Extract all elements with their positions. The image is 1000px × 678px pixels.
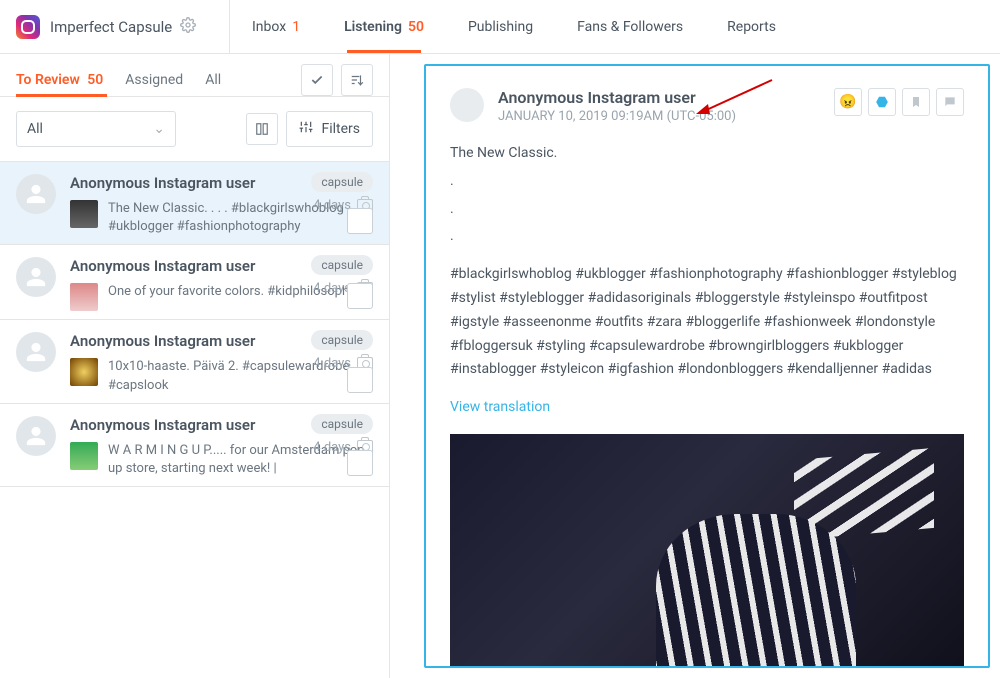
nav-count: 1 <box>292 19 300 35</box>
post-thumbnail <box>70 358 98 386</box>
avatar-icon <box>16 174 56 214</box>
feed-card[interactable]: capsule Anonymous Instagram user One of … <box>0 245 389 320</box>
sliders-icon <box>299 120 313 138</box>
nav-inbox[interactable]: Inbox 1 <box>230 0 322 53</box>
feed-card[interactable]: capsule Anonymous Instagram user W A R M… <box>0 404 389 487</box>
avatar-icon <box>16 332 56 372</box>
sentiment-button[interactable]: 😠 <box>834 88 862 116</box>
mark-reviewed-checkbox[interactable] <box>347 450 373 476</box>
check-all-button[interactable] <box>301 64 333 96</box>
detail-text-line: . <box>450 198 964 222</box>
nav-label: Listening <box>344 19 402 35</box>
feed-card[interactable]: capsule Anonymous Instagram user 10x10-h… <box>0 320 389 403</box>
nav-label: Publishing <box>468 19 533 35</box>
brand-area: Imperfect Capsule <box>0 0 230 53</box>
detail-body: The New Classic. . . . #blackgirlswhoblo… <box>450 142 964 420</box>
nav-label: Reports <box>727 19 776 35</box>
detail-post-image[interactable] <box>450 434 964 668</box>
nav-fans-followers[interactable]: Fans & Followers <box>555 0 705 53</box>
detail-panel: Anonymous Instagram user JANUARY 10, 201… <box>424 64 990 668</box>
filters-button[interactable]: Filters <box>286 111 373 147</box>
feed-age: 4 days <box>313 356 351 371</box>
filter-row: All ⌄ Filters <box>0 97 389 161</box>
chevron-down-icon: ⌄ <box>153 121 165 137</box>
detail-text-line: The New Classic. <box>450 142 964 166</box>
instagram-logo-icon <box>16 15 40 39</box>
filter-dropdown[interactable]: All ⌄ <box>16 111 176 147</box>
feed-list[interactable]: capsule Anonymous Instagram user The New… <box>0 162 389 678</box>
gear-icon[interactable] <box>180 17 196 37</box>
post-thumbnail <box>70 200 98 228</box>
subtab-bar: To Review 50 Assigned All <box>0 54 389 96</box>
feed-age: 4 days <box>313 281 351 296</box>
nav-label: Inbox <box>252 19 286 35</box>
column-view-button[interactable] <box>246 113 278 145</box>
subtab-to-review[interactable]: To Review 50 <box>16 64 103 96</box>
detail-text-line: . <box>450 170 964 194</box>
avatar-icon <box>16 416 56 456</box>
subtab-assigned[interactable]: Assigned <box>125 64 183 96</box>
mark-reviewed-checkbox[interactable] <box>347 283 373 309</box>
detail-hashtags: #blackgirlswhoblog #ukblogger #fashionph… <box>450 263 964 382</box>
avatar-icon <box>16 257 56 297</box>
view-translation-link[interactable]: View translation <box>450 396 550 420</box>
feed-tag[interactable]: capsule <box>311 255 373 275</box>
nav-count: 50 <box>408 19 424 35</box>
feed-tag[interactable]: capsule <box>311 330 373 350</box>
comment-button[interactable] <box>936 88 964 116</box>
feed-tag[interactable]: capsule <box>311 414 373 434</box>
feed-tag[interactable]: capsule <box>311 172 373 192</box>
top-nav: Inbox 1 Listening 50 Publishing Fans & Fol… <box>230 0 798 53</box>
left-panel: To Review 50 Assigned All All ⌄ Filters <box>0 54 390 678</box>
detail-text-line: . <box>450 225 964 249</box>
bookmark-button[interactable] <box>902 88 930 116</box>
feed-age: 4 days <box>313 440 351 455</box>
feed-age: 4 days <box>313 198 351 213</box>
post-thumbnail <box>70 283 98 311</box>
subtab-all[interactable]: All <box>205 64 221 96</box>
nav-publishing[interactable]: Publishing <box>446 0 555 53</box>
app-header: Imperfect Capsule Inbox 1 Listening 50 Pub… <box>0 0 1000 54</box>
feed-card[interactable]: capsule Anonymous Instagram user The New… <box>0 162 389 245</box>
annotation-arrow <box>694 78 774 118</box>
tag-button[interactable] <box>868 88 896 116</box>
nav-listening[interactable]: Listening 50 <box>322 0 446 53</box>
nav-label: Fans & Followers <box>577 19 683 35</box>
nav-reports[interactable]: Reports <box>705 0 798 53</box>
mark-reviewed-checkbox[interactable] <box>347 208 373 234</box>
post-thumbnail <box>70 442 98 470</box>
detail-avatar <box>450 88 484 122</box>
account-name[interactable]: Imperfect Capsule <box>50 18 172 36</box>
sort-button[interactable] <box>341 64 373 96</box>
detail-panel-container: Anonymous Instagram user JANUARY 10, 201… <box>390 54 1000 678</box>
mark-reviewed-checkbox[interactable] <box>347 367 373 393</box>
